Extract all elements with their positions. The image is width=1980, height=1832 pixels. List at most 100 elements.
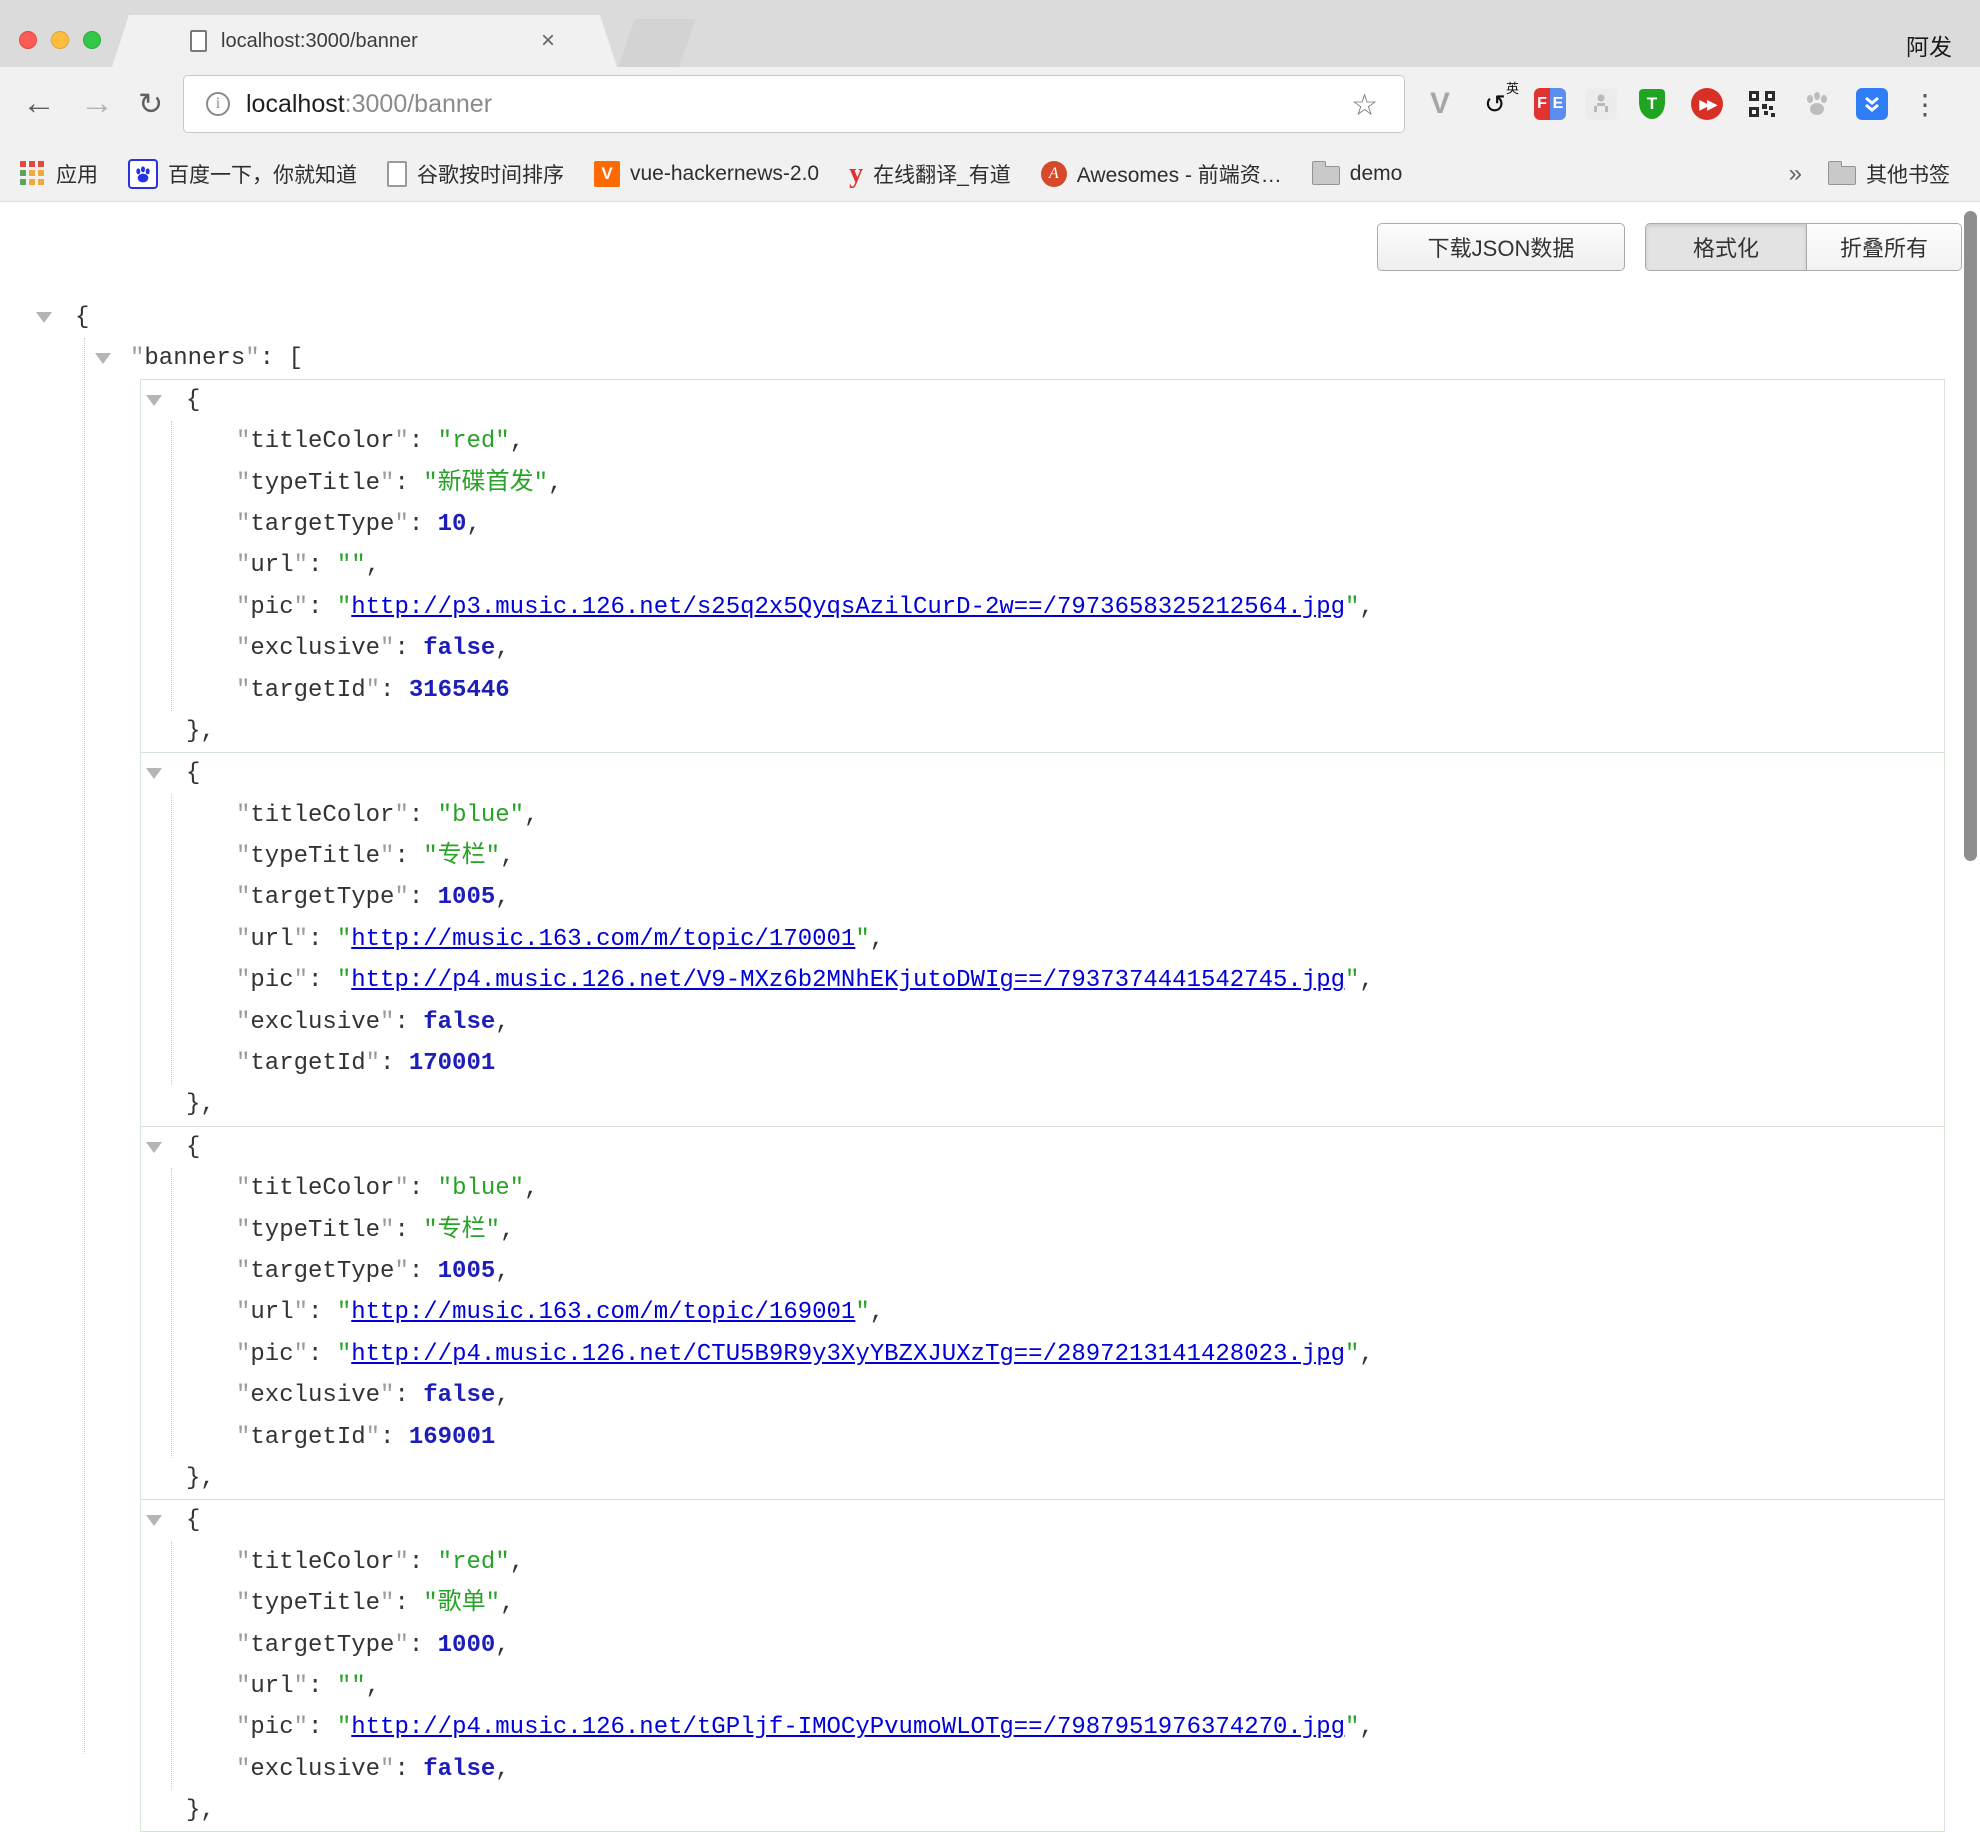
json-token: " xyxy=(236,1590,250,1617)
baidu-paw-icon xyxy=(128,159,158,189)
json-key: typeTitle xyxy=(250,470,380,497)
json-punct: , xyxy=(495,635,509,662)
json-token: " xyxy=(337,1714,351,1741)
minimize-window-button[interactable] xyxy=(51,31,69,49)
shield-t-icon[interactable]: T xyxy=(1632,84,1672,124)
bookmark-youdao[interactable]: y 在线翻译_有道 xyxy=(849,158,1011,190)
json-token: " xyxy=(855,926,869,953)
collapse-toggle-icon[interactable] xyxy=(146,1142,162,1153)
json-token: " xyxy=(236,594,250,621)
json-url-link[interactable]: http://music.163.com/m/topic/170001 xyxy=(351,926,855,953)
folder-icon xyxy=(1828,166,1856,185)
address-bar-input[interactable]: i localhost:3000/banner ☆ xyxy=(183,75,1405,133)
json-punct: : xyxy=(380,1050,409,1077)
json-line: }, xyxy=(141,711,1944,752)
json-token: " xyxy=(294,552,308,579)
json-key: typeTitle xyxy=(250,1217,380,1244)
json-punct: , xyxy=(366,1673,380,1700)
bookmark-star-icon[interactable]: ☆ xyxy=(1351,88,1378,123)
browser-tab[interactable]: localhost:3000/banner × xyxy=(112,15,617,67)
video-speed-icon[interactable]: ▶▶ xyxy=(1687,84,1727,124)
json-number: 169001 xyxy=(409,1424,495,1451)
json-key: pic xyxy=(250,967,293,994)
new-tab-button[interactable] xyxy=(618,19,696,67)
collapse-toggle-icon[interactable] xyxy=(36,312,52,323)
close-tab-icon[interactable]: × xyxy=(541,27,555,55)
json-token: " xyxy=(294,1299,308,1326)
vue-devtools-icon[interactable]: V xyxy=(1420,84,1460,124)
json-punct: : [ xyxy=(260,345,303,372)
json-line: "exclusive": false, xyxy=(141,1002,1944,1043)
json-token: " xyxy=(486,843,500,870)
bookmark-awesomes[interactable]: A Awesomes - 前端资… xyxy=(1041,159,1282,189)
json-brace: }, xyxy=(186,1465,215,1492)
json-key: exclusive xyxy=(250,635,380,662)
json-line: "pic": "http://p3.music.126.net/s25q2x5Q… xyxy=(141,587,1944,628)
json-url-link[interactable]: http://p4.music.126.net/tGPljf-IMOCyPvum… xyxy=(351,1714,1345,1741)
page-info-icon[interactable]: i xyxy=(206,92,230,116)
json-url-link[interactable]: http://p4.music.126.net/V9-MXz6b2MNhEKju… xyxy=(351,967,1345,994)
fe-icon[interactable]: FE xyxy=(1530,84,1570,124)
json-token: " xyxy=(236,677,250,704)
bookmark-demo-folder[interactable]: demo xyxy=(1312,162,1403,186)
format-button[interactable]: 格式化 xyxy=(1646,224,1806,270)
json-punct: , xyxy=(500,1590,514,1617)
collapse-toggle-icon[interactable] xyxy=(146,1515,162,1526)
json-key: targetType xyxy=(250,511,394,538)
json-token: " xyxy=(337,1341,351,1368)
bookmarks-overflow-icon[interactable]: » xyxy=(1789,160,1802,188)
browser-toolbar: ← → ↻ i localhost:3000/banner ☆ V ↺英 FE … xyxy=(0,67,1980,146)
json-token: " xyxy=(245,345,259,372)
extensions-row: V ↺英 FE T ▶▶ ⋮ xyxy=(1420,73,1939,135)
json-token: " xyxy=(351,552,365,579)
json-token: " xyxy=(495,428,509,455)
paw-icon[interactable] xyxy=(1797,84,1837,124)
profile-name[interactable]: 阿发 xyxy=(1906,28,1952,62)
json-string: 专栏 xyxy=(438,1217,486,1244)
page-scrollbar[interactable] xyxy=(1964,211,1977,861)
json-punct: : xyxy=(409,1549,438,1576)
forward-icon: → xyxy=(80,84,114,123)
other-bookmarks[interactable]: 其他书签 xyxy=(1828,159,1950,189)
bookmark-vue-hackernews[interactable]: V vue-hackernews-2.0 xyxy=(594,161,819,187)
json-line: "banners": [ xyxy=(0,338,1980,379)
downloader-icon[interactable] xyxy=(1852,84,1892,124)
collapse-toggle-icon[interactable] xyxy=(95,353,111,364)
back-icon[interactable]: ← xyxy=(22,84,56,123)
json-line: "targetId": 169001 xyxy=(141,1417,1944,1458)
bookmark-baidu[interactable]: 百度一下，你就知道 xyxy=(128,159,357,189)
bookmark-google-sort[interactable]: 谷歌按时间排序 xyxy=(387,159,564,189)
page-doc-icon xyxy=(190,30,207,52)
json-key: typeTitle xyxy=(250,1590,380,1617)
json-url-link[interactable]: http://p4.music.126.net/CTU5B9R9y3XyYBZX… xyxy=(351,1341,1345,1368)
json-punct: , xyxy=(495,1258,509,1285)
json-line: "targetId": 170001 xyxy=(141,1043,1944,1084)
json-token: " xyxy=(380,843,394,870)
translate-icon[interactable]: ↺英 xyxy=(1475,84,1515,124)
maximize-window-button[interactable] xyxy=(83,31,101,49)
json-line: "typeTitle": "专栏", xyxy=(141,836,1944,877)
json-punct: : xyxy=(394,635,423,662)
json-punct: , xyxy=(366,552,380,579)
json-url-link[interactable]: http://p3.music.126.net/s25q2x5QyqsAzilC… xyxy=(351,594,1345,621)
close-window-button[interactable] xyxy=(19,31,37,49)
browser-menu-icon[interactable]: ⋮ xyxy=(1911,88,1939,121)
json-key: titleColor xyxy=(250,428,394,455)
json-token: " xyxy=(1345,967,1359,994)
bookmark-apps[interactable]: 应用 xyxy=(20,159,98,189)
reload-icon[interactable]: ↻ xyxy=(138,87,163,122)
collapse-toggle-icon[interactable] xyxy=(146,395,162,406)
json-brace: { xyxy=(75,304,89,331)
awesomes-icon: A xyxy=(1041,161,1067,187)
json-line: "targetType": 1000, xyxy=(141,1625,1944,1666)
collapse-all-button[interactable]: 折叠所有 xyxy=(1806,224,1961,270)
json-url-link[interactable]: http://music.163.com/m/topic/169001 xyxy=(351,1299,855,1326)
download-json-button[interactable]: 下载JSON数据 xyxy=(1377,223,1625,271)
collapse-toggle-icon[interactable] xyxy=(146,768,162,779)
qr-code-icon[interactable] xyxy=(1742,84,1782,124)
json-key: typeTitle xyxy=(250,843,380,870)
json-punct: , xyxy=(1359,967,1373,994)
org-chart-icon[interactable] xyxy=(1585,88,1617,120)
json-boolean: false xyxy=(423,1756,495,1783)
json-brace: }, xyxy=(186,718,215,745)
